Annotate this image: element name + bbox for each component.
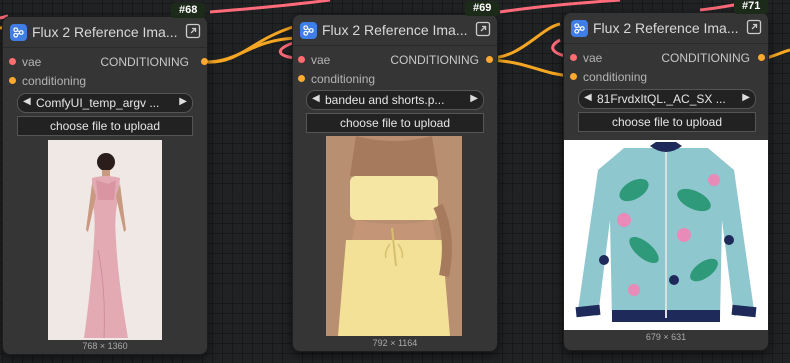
node-id-badge: #69 (465, 1, 500, 16)
node-id-badge: #68 (171, 3, 206, 18)
conditioning-output-slot[interactable] (201, 58, 208, 65)
prev-arrow-icon[interactable]: ◀ (23, 96, 31, 107)
node-type-icon (10, 23, 27, 41)
expand-icon[interactable] (746, 19, 762, 35)
conditioning-wire (765, 48, 790, 60)
reference-image-node[interactable]: #69 Flux 2 Reference Ima... vae CONDITIO… (292, 1, 500, 352)
conditioning-input-label: conditioning (22, 74, 87, 88)
conditioning-wire (205, 24, 297, 64)
vae-wire (499, 0, 621, 14)
next-arrow-icon[interactable]: ▶ (179, 96, 187, 107)
conditioning-input-slot[interactable] (298, 75, 305, 82)
conditioning-input-slot[interactable] (570, 73, 577, 80)
conditioning-output-label: CONDITIONING (390, 53, 479, 67)
node-title: Flux 2 Reference Ima... (32, 24, 178, 40)
expand-icon[interactable] (185, 23, 201, 39)
conditioning-output-slot[interactable] (486, 56, 493, 63)
next-arrow-icon[interactable]: ▶ (742, 92, 750, 103)
reference-image-node[interactable]: #71 Flux 2 Reference Ima... vae CONDITIO… (563, 0, 769, 351)
image-preview (48, 140, 162, 340)
node-title-bar[interactable]: Flux 2 Reference Ima... (293, 15, 497, 46)
upload-button[interactable]: choose file to upload (17, 116, 193, 136)
node-title: Flux 2 Reference Ima... (593, 20, 739, 36)
vae-input-label: vae (583, 51, 603, 65)
prev-arrow-icon[interactable]: ◀ (312, 93, 320, 104)
image-select[interactable]: ◀ ComfyUI_temp_argv ... ▶ (17, 93, 193, 113)
image-size-label: 792 × 1164 (372, 338, 418, 348)
vae-input-label: vae (22, 55, 42, 69)
next-arrow-icon[interactable]: ▶ (470, 93, 478, 104)
vae-input-slot[interactable] (570, 54, 577, 61)
node-title: Flux 2 Reference Ima... (322, 22, 468, 38)
node-type-icon (300, 21, 317, 39)
image-preview (326, 136, 462, 336)
image-size-label: 679 × 631 (645, 332, 687, 342)
expand-icon[interactable] (475, 21, 491, 37)
vae-wire (209, 0, 331, 14)
prev-arrow-icon[interactable]: ◀ (584, 92, 592, 103)
node-type-icon (571, 19, 588, 37)
upload-button[interactable]: choose file to upload (578, 112, 756, 132)
conditioning-input-label: conditioning (311, 72, 376, 86)
yellow-outfit-illustration (326, 136, 462, 336)
image-select[interactable]: ◀ 81FrvdxItQL._AC_SX ... ▶ (578, 89, 756, 109)
node-title-bar[interactable]: Flux 2 Reference Ima... (3, 17, 207, 48)
conditioning-output-label: CONDITIONING (661, 51, 750, 65)
node-title-bar[interactable]: Flux 2 Reference Ima... (564, 13, 768, 44)
image-select[interactable]: ◀ bandeu and shorts.p... ▶ (306, 90, 484, 110)
image-select-value: 81FrvdxItQL._AC_SX ... (597, 92, 726, 106)
image-preview (564, 140, 768, 330)
tropical-jacket-illustration (564, 140, 768, 330)
reference-image-node[interactable]: #68 Flux 2 Reference Ima... vae CONDITIO… (2, 3, 208, 355)
pink-gown-illustration (48, 140, 162, 340)
image-select-value: bandeu and shorts.p... (325, 93, 445, 107)
conditioning-input-slot[interactable] (9, 77, 16, 84)
image-size-label: 768 × 1360 (82, 341, 128, 351)
vae-input-slot[interactable] (298, 56, 305, 63)
image-select-value: ComfyUI_temp_argv ... (36, 96, 160, 110)
vae-input-slot[interactable] (9, 58, 16, 65)
node-id-badge: #71 (734, 0, 769, 14)
conditioning-input-label: conditioning (583, 70, 648, 84)
conditioning-output-slot[interactable] (758, 54, 765, 61)
conditioning-output-label: CONDITIONING (100, 55, 189, 69)
vae-input-label: vae (311, 53, 331, 67)
conditioning-wire (489, 58, 573, 78)
upload-button[interactable]: choose file to upload (306, 113, 484, 133)
